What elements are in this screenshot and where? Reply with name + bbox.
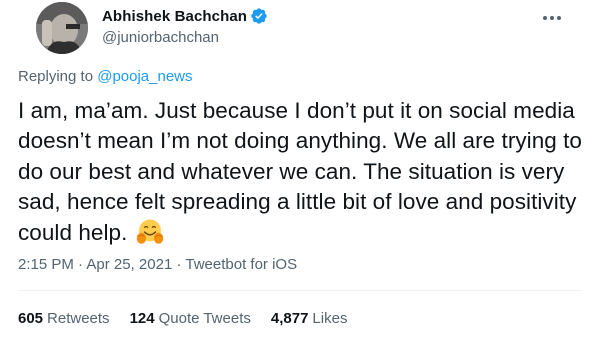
quote-tweets-count: 124	[129, 310, 155, 327]
tweet-source[interactable]: Tweetbot for iOS	[185, 256, 297, 273]
retweets-label: Retweets	[47, 310, 110, 327]
name-row: Abhishek Bachchan	[102, 6, 268, 26]
tweet-time[interactable]: 2:15 PM	[18, 256, 74, 273]
quote-tweets-stat[interactable]: 124 Quote Tweets	[130, 310, 251, 327]
likes-label: Likes	[312, 310, 348, 327]
replying-to: Replying to @pooja_news	[18, 68, 193, 85]
likes-count: 4,877	[270, 310, 309, 327]
tweet-meta: 2:15 PM · Apr 25, 2021 · Tweetbot for iO…	[18, 256, 297, 273]
reply-mention-link[interactable]: @pooja_news	[97, 68, 192, 85]
likes-stat[interactable]: 4,877 Likes	[271, 310, 348, 327]
replying-prefix: Replying to	[18, 68, 94, 85]
display-name[interactable]: Abhishek Bachchan	[102, 8, 247, 25]
user-name-block: Abhishek Bachchan @juniorbachchan	[102, 6, 268, 46]
divider	[18, 290, 582, 291]
user-handle[interactable]: @juniorbachchan	[102, 29, 268, 46]
tweet-header: Abhishek Bachchan @juniorbachchan	[18, 0, 582, 62]
tweet-date[interactable]: Apr 25, 2021	[86, 256, 172, 273]
avatar[interactable]	[36, 2, 88, 54]
verified-badge-icon	[250, 7, 268, 25]
tweet-card: Abhishek Bachchan @juniorbachchan Replyi…	[0, 0, 600, 338]
retweets-stat[interactable]: 605 Retweets	[18, 310, 110, 327]
quote-tweets-label: Quote Tweets	[158, 310, 251, 327]
retweets-count: 605	[18, 310, 44, 327]
tweet-text-content: I am, ma’am. Just because I don’t put it…	[18, 98, 582, 245]
tweet-stats: 605 Retweets 124 Quote Tweets 4,877 Likes	[18, 310, 367, 327]
tweet-text: I am, ma’am. Just because I don’t put it…	[18, 96, 584, 248]
more-options-icon[interactable]	[540, 6, 564, 30]
meta-separator: ·	[172, 256, 186, 273]
meta-separator: ·	[73, 256, 87, 273]
hugging-face-emoji-icon	[136, 218, 164, 246]
